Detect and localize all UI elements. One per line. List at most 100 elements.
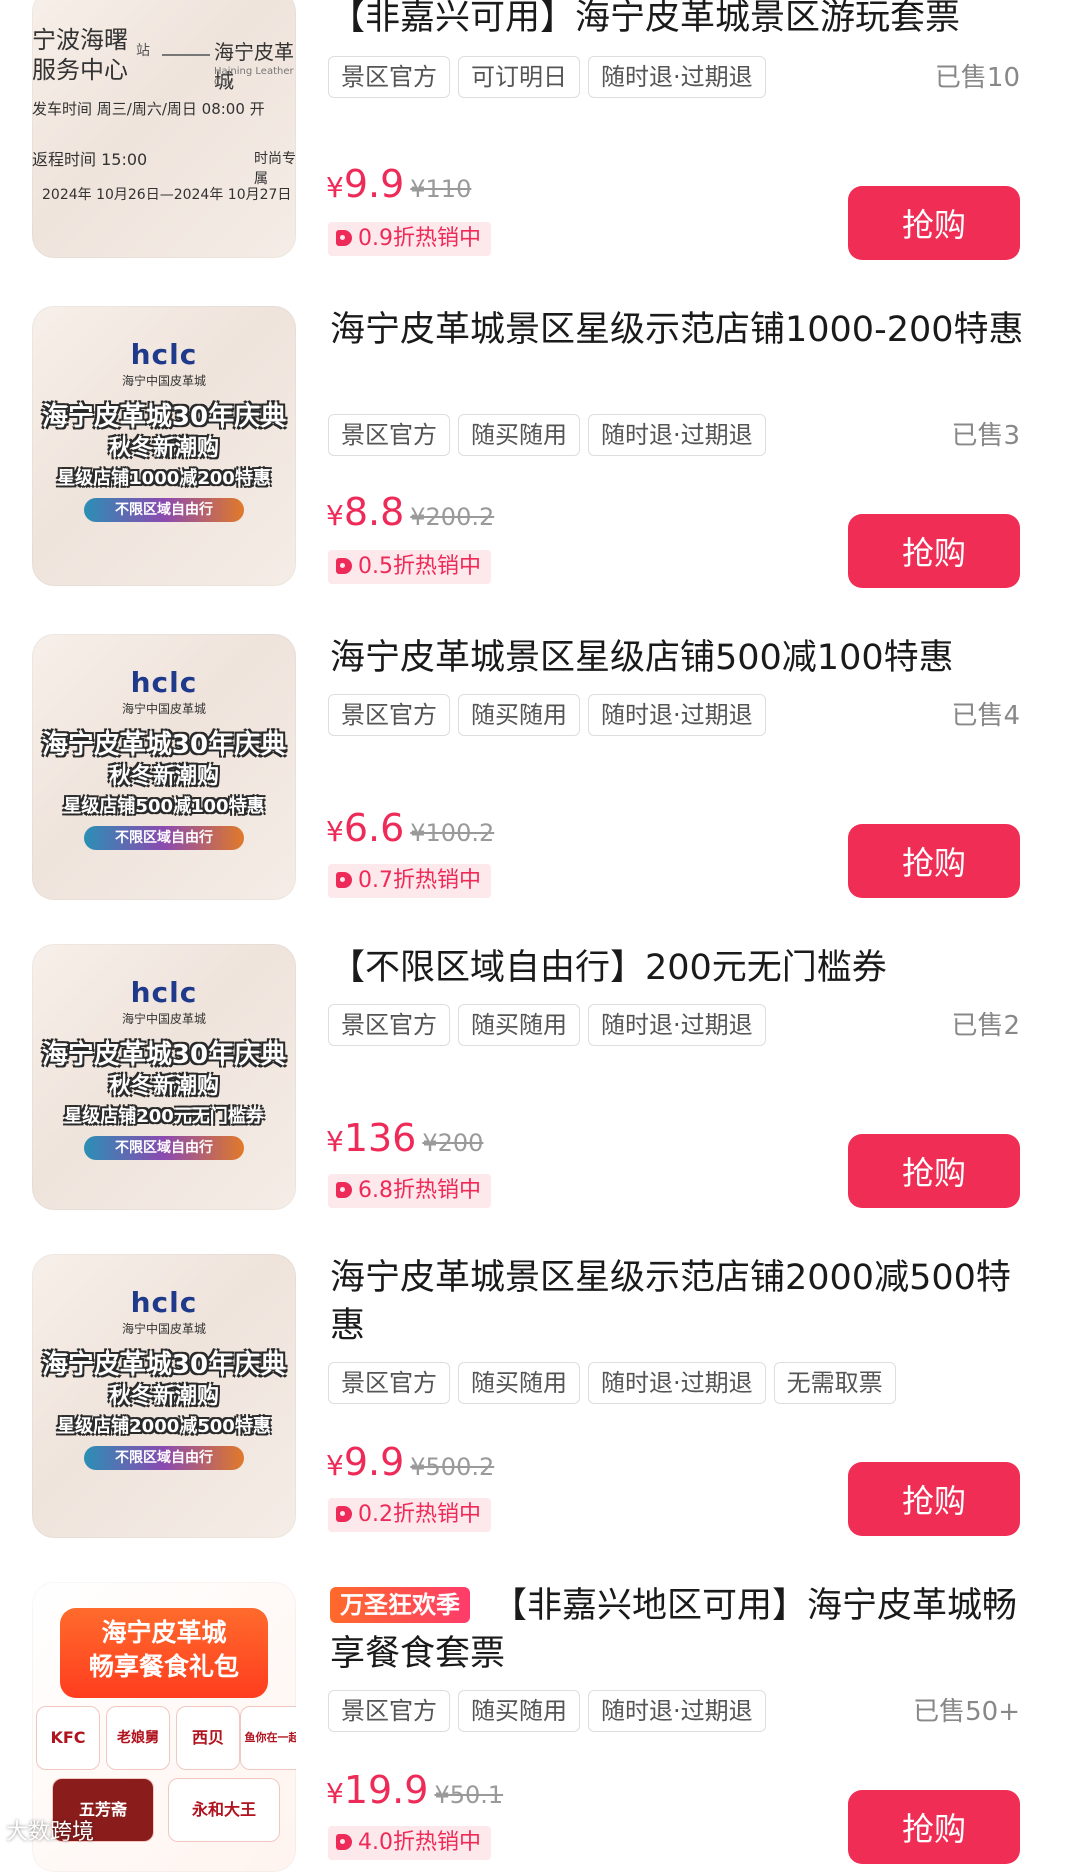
tag: 随买随用 — [458, 1004, 580, 1046]
product-image[interactable]: hclc 海宁中国皮革城 海宁皮革城30年庆典 秋冬新潮购 星级店铺200元无门… — [32, 944, 296, 1210]
sold-count: 已售3 — [951, 421, 1020, 451]
tag: 随时退·过期退 — [588, 56, 766, 98]
product-image[interactable]: 宁波海曙 服务中心 站 海宁皮革城 Haining Leather City 发… — [32, 0, 296, 258]
brand-badge: 鱼你在一起 — [240, 1706, 296, 1770]
tag-list: 景区官方 随买随用 随时退·过期退 — [328, 1690, 774, 1734]
tag: 随时退·过期退 — [588, 414, 766, 456]
banner-text: 秋冬新潮购 — [108, 764, 219, 789]
brand-logo: hclc — [130, 976, 198, 1009]
product-title[interactable]: 海宁皮革城景区星级示范店铺1000-200特惠 — [330, 306, 1030, 354]
buy-button[interactable]: 抢购 — [848, 1790, 1020, 1864]
banner-text: 星级店铺2000减500特惠 — [57, 1416, 271, 1437]
discount-text: 0.2折热销中 — [358, 1502, 481, 1527]
thumb-text: 返程时间 15:00 — [32, 150, 148, 169]
discount-badge: 0.5折热销中 — [328, 550, 491, 584]
buy-button[interactable]: 抢购 — [848, 1462, 1020, 1536]
product-image[interactable]: hclc 海宁中国皮革城 海宁皮革城30年庆典 秋冬新潮购 星级店铺2000减5… — [32, 1254, 296, 1538]
product-title[interactable]: 【非嘉兴可用】海宁皮革城景区游玩套票 — [330, 0, 1030, 42]
brand-badge: KFC — [36, 1706, 100, 1770]
tag-icon — [336, 1182, 352, 1198]
tag-list: 景区官方 随买随用 随时退·过期退 — [328, 694, 774, 738]
banner-text: 海宁皮革城30年庆典 — [41, 402, 287, 432]
banner-text: 秋冬新潮购 — [108, 1074, 219, 1099]
discount-badge: 0.9折热销中 — [328, 222, 491, 256]
tag: 随时退·过期退 — [588, 1362, 766, 1404]
tag: 随时退·过期退 — [588, 694, 766, 736]
thumb-text: Haining Leather City — [214, 66, 294, 88]
discount-text: 6.8折热销中 — [358, 1178, 481, 1203]
tag: 景区官方 — [328, 56, 450, 98]
sold-count: 已售10 — [934, 63, 1020, 93]
food-header: 海宁皮革城 畅享餐食礼包 — [60, 1608, 268, 1698]
banner-text: 星级店铺500减100特惠 — [63, 796, 265, 817]
banner-text: 海宁皮革城30年庆典 — [41, 730, 287, 760]
buy-button[interactable]: 抢购 — [848, 514, 1020, 588]
brand-logo: hclc — [130, 666, 198, 699]
discount-text: 0.5折热销中 — [358, 554, 481, 579]
banner-pill: 不限区域自由行 — [84, 1136, 244, 1160]
price: ¥9.9 ¥500.2 — [326, 1440, 494, 1484]
thumb-text: 时尚专属 — [254, 151, 296, 187]
thumb-text: 2024年 10月26日—2024年 10月27日 — [42, 187, 292, 203]
logo-subtitle: 海宁中国皮革城 — [121, 1012, 206, 1026]
original-price: ¥50.1 — [434, 1781, 504, 1809]
original-price: ¥500.2 — [410, 1453, 495, 1481]
price: ¥8.8 ¥200.2 — [326, 490, 494, 534]
discount-text: 0.9折热销中 — [358, 226, 481, 251]
logo-subtitle: 海宁中国皮革城 — [121, 1322, 206, 1336]
banner-text: 海宁皮革城30年庆典 — [41, 1040, 287, 1070]
tag: 景区官方 — [328, 1362, 450, 1404]
buy-button[interactable]: 抢购 — [848, 186, 1020, 260]
arrow-icon — [162, 54, 210, 56]
discount-text: 0.7折热销中 — [358, 868, 481, 893]
banner-pill: 不限区域自由行 — [84, 498, 244, 522]
banner-text: 秋冬新潮购 — [108, 1384, 219, 1409]
tag: 随买随用 — [458, 1362, 580, 1404]
tag: 随买随用 — [458, 694, 580, 736]
banner-text: 星级店铺200元无门槛券 — [64, 1106, 264, 1127]
tag-icon — [336, 872, 352, 888]
currency: ¥ — [326, 1449, 344, 1482]
price-value: 136 — [343, 1116, 417, 1160]
tag: 景区官方 — [328, 414, 450, 456]
buy-button[interactable]: 抢购 — [848, 1134, 1020, 1208]
brand-logo: hclc — [130, 338, 198, 371]
tag: 景区官方 — [328, 694, 450, 736]
logo-subtitle: 海宁中国皮革城 — [121, 702, 206, 716]
product-title[interactable]: 【不限区域自由行】200元无门槛券 — [330, 944, 1030, 992]
tag: 随买随用 — [458, 1690, 580, 1732]
price-value: 8.8 — [343, 490, 405, 534]
product-title[interactable]: 海宁皮革城景区星级店铺500减100特惠 — [330, 634, 1030, 682]
logo-subtitle: 海宁中国皮革城 — [121, 374, 206, 388]
product-image[interactable]: hclc 海宁中国皮革城 海宁皮革城30年庆典 秋冬新潮购 星级店铺500减10… — [32, 634, 296, 900]
tag: 无需取票 — [773, 1362, 896, 1404]
product-image[interactable]: hclc 海宁中国皮革城 海宁皮革城30年庆典 秋冬新潮购 星级店铺1000减2… — [32, 306, 296, 586]
currency: ¥ — [326, 499, 344, 532]
buy-button[interactable]: 抢购 — [848, 824, 1020, 898]
tag: 随买随用 — [458, 414, 580, 456]
tag: 随时退·过期退 — [588, 1690, 766, 1732]
thumb-text: 站 — [136, 43, 150, 59]
discount-text: 4.0折热销中 — [358, 1830, 481, 1855]
tag-list: 景区官方 随买随用 随时退·过期退 — [328, 1004, 774, 1048]
product-title[interactable]: 万圣狂欢季 【非嘉兴地区可用】海宁皮革城畅享餐食套票 — [330, 1582, 1030, 1678]
banner-pill: 不限区域自由行 — [84, 826, 244, 850]
banner-text: 畅享餐食礼包 — [88, 1652, 239, 1681]
price: ¥9.9 ¥110 — [326, 162, 471, 206]
brand-badge: 西贝 — [176, 1706, 240, 1770]
product-title[interactable]: 海宁皮革城景区星级示范店铺2000减500特惠 — [330, 1254, 1030, 1350]
currency: ¥ — [326, 815, 344, 848]
discount-badge: 0.2折热销中 — [328, 1498, 491, 1532]
discount-badge: 0.7折热销中 — [328, 864, 491, 898]
tag: 随时退·过期退 — [588, 1004, 766, 1046]
tag: 可订明日 — [458, 56, 580, 98]
original-price: ¥200 — [422, 1129, 484, 1157]
tag-icon — [336, 230, 352, 246]
tag: 景区官方 — [328, 1690, 450, 1732]
banner-text: 星级店铺1000减200特惠 — [57, 468, 271, 489]
tag-icon — [336, 1834, 352, 1850]
price-value: 19.9 — [343, 1768, 429, 1812]
brand-logo: hclc — [130, 1286, 198, 1319]
sold-count: 已售4 — [951, 701, 1020, 731]
brand-badge: 老娘舅 — [106, 1706, 170, 1770]
